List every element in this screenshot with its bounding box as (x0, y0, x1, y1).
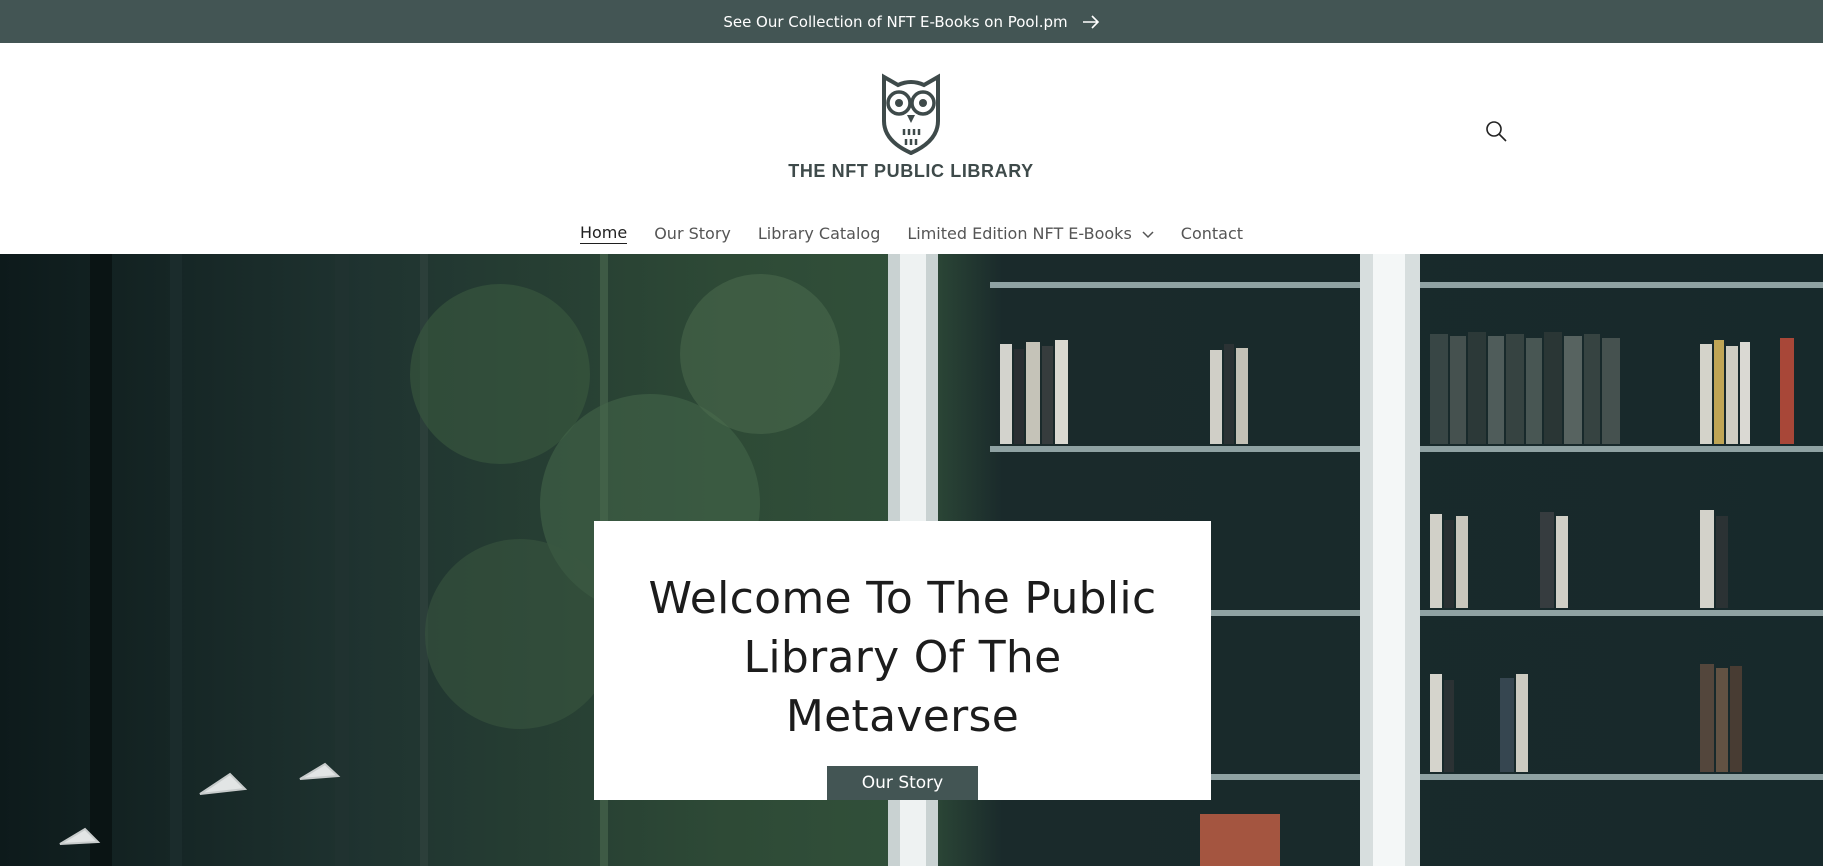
nav-item-label: Contact (1180, 223, 1244, 243)
nav-item-contact[interactable]: Contact (1181, 220, 1243, 247)
announcement-text: See Our Collection of NFT E-Books on Poo… (723, 12, 1068, 31)
nav-item-label: Library Catalog (757, 223, 881, 243)
nav-item-home[interactable]: Home (579, 219, 628, 248)
site-logo[interactable]: THE NFT PUBLIC LIBRARY (780, 71, 1042, 231)
nav-item-our-story[interactable]: Our Story (654, 220, 731, 247)
arrow-right-icon (1082, 14, 1100, 29)
hero-title: Welcome To The Public Library Of The Met… (648, 573, 1157, 742)
nav-item-label: Our Story (654, 223, 731, 243)
site-header: THE NFT PUBLIC LIBRARY Home Our Story Li… (0, 43, 1823, 254)
nav-item-label: Limited Edition NFT E-Books (907, 223, 1132, 243)
our-story-button[interactable]: Our Story (827, 766, 978, 800)
nav-item-label: Home (579, 222, 628, 244)
hero-card: Welcome To The Public Library Of The Met… (594, 521, 1211, 800)
hero-banner: Welcome To The Public Library Of The Met… (0, 254, 1823, 866)
announcement-bar[interactable]: See Our Collection of NFT E-Books on Poo… (0, 0, 1823, 43)
owl-logo-icon (882, 73, 940, 155)
chevron-down-icon (1142, 224, 1154, 243)
brand-name: THE NFT PUBLIC LIBRARY (788, 161, 1034, 181)
main-nav: Home Our Story Library Catalog Limited E… (0, 213, 1823, 253)
nav-item-library-catalog[interactable]: Library Catalog (758, 220, 880, 247)
nav-item-limited-edition[interactable]: Limited Edition NFT E-Books (907, 220, 1154, 247)
search-icon[interactable] (1481, 116, 1511, 146)
